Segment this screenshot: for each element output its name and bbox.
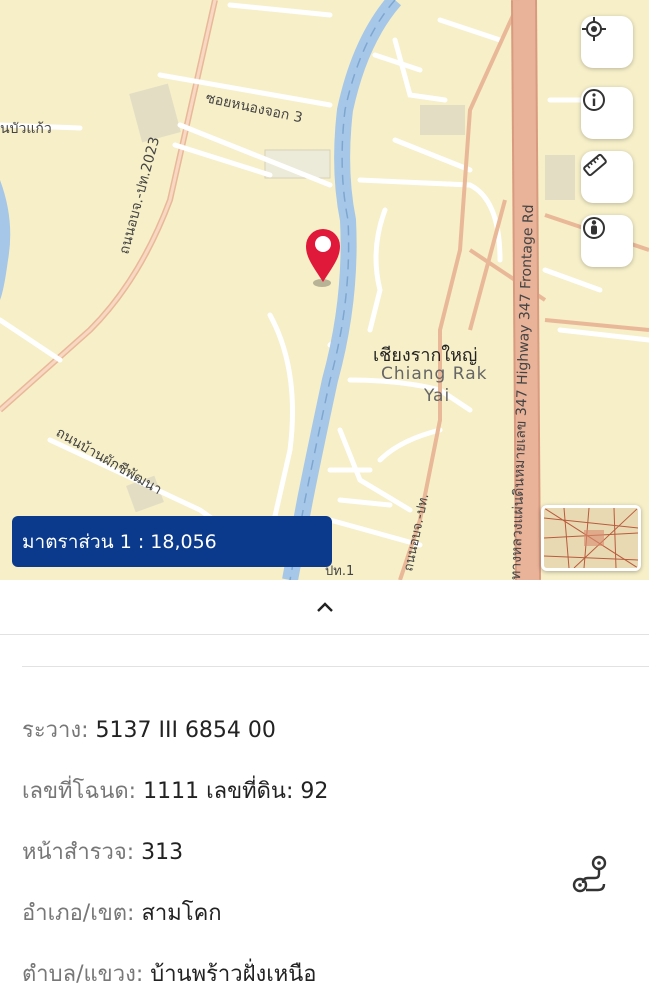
info-key: อำเภอ/เขต:	[22, 901, 135, 926]
info-row-district: อำเภอ/เขต: สามโคก	[22, 895, 222, 930]
info-value: สามโคก	[141, 901, 222, 926]
map-canvas: ซอยหนองจอก 3 นบัวแก้ว ถนนอบจ.-ปท.2023 ถน…	[0, 0, 649, 580]
crosshair-icon	[582, 17, 606, 41]
info-button[interactable]	[581, 87, 633, 139]
town-label-en-2: Yai	[424, 386, 451, 406]
map-view[interactable]: ซอยหนองจอก 3 นบัวแก้ว ถนนอบจ.-ปท.2023 ถน…	[0, 0, 649, 580]
info-row-subdistrict: ตำบล/แขวง: บ้านพร้าวฝั่งเหนือ	[22, 956, 317, 991]
route-button[interactable]	[568, 852, 612, 898]
person-icon	[583, 217, 605, 239]
info-key: ตำบล/แขวง:	[22, 962, 144, 987]
locate-button[interactable]	[581, 16, 633, 68]
town-label-en-1: Chiang Rak	[381, 364, 488, 384]
divider	[22, 666, 649, 667]
map-label-bua-kaeo: นบัวแก้ว	[0, 121, 52, 137]
chevron-up-icon	[316, 602, 333, 612]
route-icon	[572, 855, 607, 893]
basemap-thumbnail-icon	[544, 508, 638, 568]
info-key: ระวาง:	[22, 718, 89, 743]
info-row-sheet-number: ระวาง: 5137 III 6854 00	[22, 712, 276, 747]
map-label-phakchi: ถนนบ้านผักชีพัฒนา	[53, 425, 164, 499]
info-key: เลขที่โฉนด:	[22, 779, 137, 804]
info-icon	[583, 89, 605, 111]
sheet-expand-toggle[interactable]	[0, 580, 649, 635]
basemap-switcher[interactable]	[541, 505, 641, 571]
info-value: บ้านพร้าวฝั่งเหนือ	[150, 962, 317, 987]
info-key: หน้าสำรวจ:	[22, 840, 135, 865]
info-row-survey-page: หน้าสำรวจ: 313	[22, 834, 183, 869]
map-label-road-pt: ถนนอบจ.-ปท.	[401, 492, 432, 572]
info-value: 1111 เลขที่ดิน: 92	[143, 779, 329, 804]
info-value: 313	[141, 840, 184, 865]
ruler-icon	[583, 153, 607, 177]
info-row-deed-number: เลขที่โฉนด: 1111 เลขที่ดิน: 92	[22, 773, 328, 808]
info-value: 5137 III 6854 00	[95, 718, 276, 743]
map-label-road-bottom: ปท.1	[325, 564, 354, 579]
streetview-button[interactable]	[581, 215, 633, 267]
measure-button[interactable]	[581, 151, 633, 203]
scale-indicator: มาตราส่วน 1 : 18,056	[12, 516, 332, 567]
